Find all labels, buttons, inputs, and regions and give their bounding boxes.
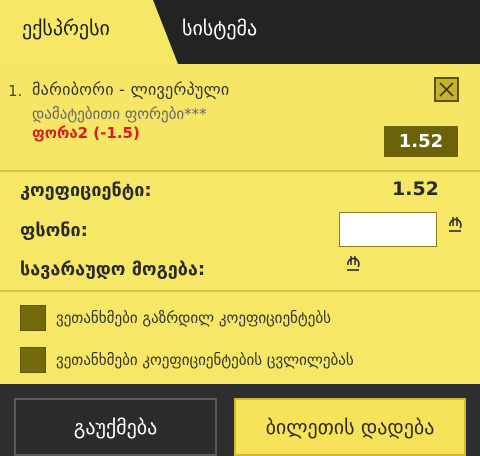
bet-pick: ფორა2 (-1.5) (32, 124, 140, 142)
remove-bet-button[interactable] (434, 77, 459, 102)
accept-changes-label: ვეთანხმები კოეფიციენტების ცვლილებას (56, 351, 354, 369)
bet-slip-tabs: ექსპრესი სისტემა (0, 0, 480, 64)
tab-system-label[interactable]: სისტემა (182, 16, 257, 40)
lari-icon (347, 256, 360, 271)
cancel-button[interactable]: გაუქმება (14, 398, 217, 456)
accept-changes-checkbox[interactable] (20, 347, 46, 373)
stake-input[interactable] (339, 212, 437, 247)
bet-match-name: მარიბორი - ლივერპული (32, 80, 230, 99)
tab-express-label: ექსპრესი (22, 16, 110, 40)
bet-market-name: დამატებითი ფორები*** (32, 105, 207, 123)
place-bet-button[interactable]: ბილეთის დადება (234, 398, 466, 456)
action-bar: გაუქმება ბილეთის დადება (0, 384, 480, 456)
coefficient-label: კოეფიციენტი: (20, 180, 152, 201)
lari-icon (449, 217, 462, 232)
bet-odds: 1.52 (384, 126, 458, 157)
divider (0, 290, 480, 292)
accept-increased-label: ვეთანხმები გაზრდილ კოეფიციენტებს (56, 309, 331, 327)
coefficient-value: 1.52 (392, 178, 439, 200)
potential-win-label: სავარაუდო მოგება: (20, 259, 206, 280)
bet-number: 1. (8, 82, 23, 100)
tab-express[interactable]: ექსპრესი (0, 0, 178, 64)
stake-label: ფსონი: (20, 220, 88, 241)
close-icon (439, 82, 454, 97)
accept-increased-checkbox[interactable] (20, 305, 46, 331)
